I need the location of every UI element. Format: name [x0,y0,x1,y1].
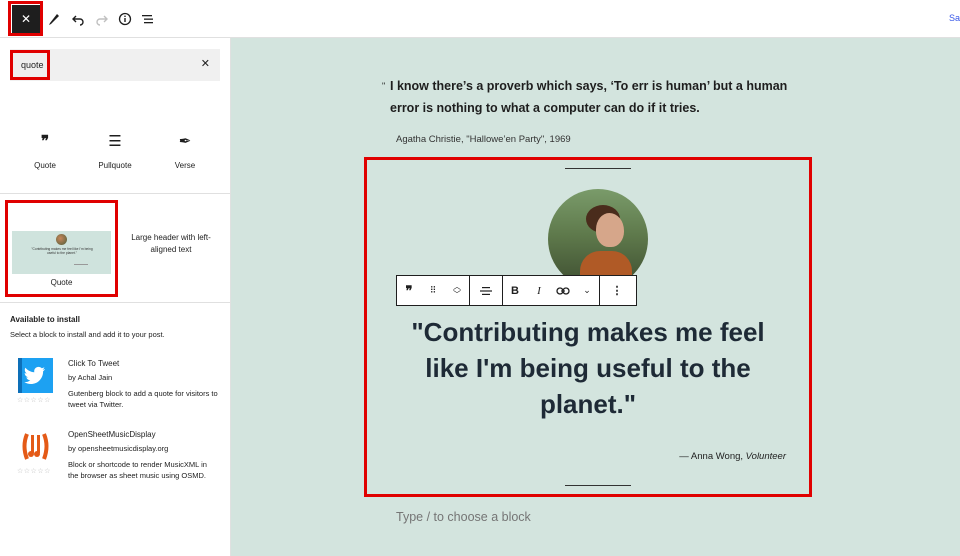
pullquote-author: — Anna Wong, [679,451,744,462]
move-up-down-button[interactable]: ︿ ﹀ [445,276,469,305]
toolbar-group-options: ⋮ [600,276,634,305]
block-item-quote[interactable]: ❞ Quote [15,130,75,170]
list-view-button[interactable] [135,6,161,32]
block-inserter-panel: quote ✕ ❞ Quote ☰ Pullquote ✒ Verse "Con… [0,38,231,556]
more-rich-text-button[interactable]: ⌄ [575,276,599,305]
plugin-name: OpenSheetMusicDisplay [68,430,156,439]
align-center-icon [480,286,492,295]
italic-icon: I [537,284,541,297]
osmd-icon [18,429,53,464]
bold-icon: B [511,284,519,297]
avatar [56,234,67,245]
pencil-icon [49,14,59,25]
divider [74,264,88,265]
block-appender-placeholder[interactable]: Type / to choose a block [396,510,531,524]
search-input[interactable]: quote [21,60,44,70]
quote-block[interactable]: " I know there’s a proverb which says, ‘… [382,75,790,119]
block-item-label: Quote [34,161,56,170]
toolbar-group-align [470,276,503,305]
chevron-up-down-icon: ︿ ﹀ [453,281,461,299]
link-icon [556,286,570,295]
verse-icon: ✒ [178,133,192,150]
tools-button[interactable] [41,6,67,32]
pullquote-avatar-image[interactable] [548,189,648,289]
install-section-subtitle: Select a block to install and add it to … [10,330,165,339]
pullquote-citation[interactable]: — Anna Wong, Volunteer [560,451,786,462]
redo-icon [96,15,108,26]
info-icon [118,12,132,26]
rating-stars: ☆☆☆☆☆ [17,468,51,475]
plugin-author: by Achal Jain [68,373,113,382]
pullquote-text[interactable]: "Contributing makes me feel like I'm bei… [396,314,780,422]
pullquote-top-rule [565,168,631,169]
plugin-description: Gutenberg block to add a quote for visit… [68,389,218,409]
pattern-preview-text: "Contributing makes me feel like I'm bei… [31,247,93,255]
block-type-button[interactable]: ❞ [397,276,421,305]
options-button[interactable]: ⋮ [600,276,634,305]
plugin-author: by opensheetmusicdisplay.org [68,444,169,453]
align-button[interactable] [470,276,502,305]
quote-icon: ❞ [405,282,413,298]
undo-icon [72,15,84,26]
toolbar-group-format: B I ⌄ [503,276,600,305]
drag-handle-icon: ⠿ [429,285,437,295]
block-item-verse[interactable]: ✒ Verse [155,130,215,170]
plugin-name: Click To Tweet [68,359,120,368]
divider [0,193,231,194]
more-vertical-icon: ⋮ [611,285,623,297]
pattern-label: Quote [50,278,73,287]
toolbar-group-block: ❞ ⠿ ︿ ﹀ [397,276,470,305]
chevron-down-icon: ⌄ [583,285,591,295]
plugin-description: Block or shortcode to render MusicXML in… [68,460,207,480]
drag-handle[interactable]: ⠿ [421,276,445,305]
quote-citation[interactable]: Agatha Christie, "Hallowe’en Party", 196… [396,134,571,145]
close-inserter-button[interactable]: ✕ [12,5,40,33]
block-results: ❞ Quote ☰ Pullquote ✒ Verse [0,130,231,180]
block-item-pullquote[interactable]: ☰ Pullquote [85,130,145,170]
list-view-icon [142,15,153,24]
install-section-title: Available to install [10,315,80,324]
pullquote-icon: ☰ [108,133,122,150]
quote-icon: ❞ [40,133,50,150]
bold-button[interactable]: B [503,276,527,305]
block-toolbar: ❞ ⠿ ︿ ﹀ B I ⌄ ⋮ [396,275,637,306]
link-button[interactable] [551,276,575,305]
block-search-field[interactable]: quote ✕ [10,49,220,81]
quote-mark: " [382,81,386,91]
clear-search-button[interactable]: ✕ [201,57,210,70]
pattern-preview-quote[interactable]: "Contributing makes me feel like I'm bei… [12,231,111,274]
divider [0,302,231,303]
block-item-label: Pullquote [98,161,132,170]
editor-topbar: ✕ Sa [0,0,960,38]
pattern-item-large-header[interactable]: Large header with left-aligned text [126,232,216,256]
quote-text[interactable]: I know there’s a proverb which says, ‘To… [390,79,787,115]
italic-button[interactable]: I [527,276,551,305]
rating-stars: ☆☆☆☆☆ [17,397,51,404]
pullquote-bottom-rule [565,485,631,486]
block-item-label: Verse [174,161,196,170]
photo-face [596,213,624,247]
save-button[interactable]: Sa [949,13,960,23]
undo-button[interactable] [65,6,91,32]
pullquote-role: Volunteer [745,451,786,462]
twitter-icon [18,358,53,393]
